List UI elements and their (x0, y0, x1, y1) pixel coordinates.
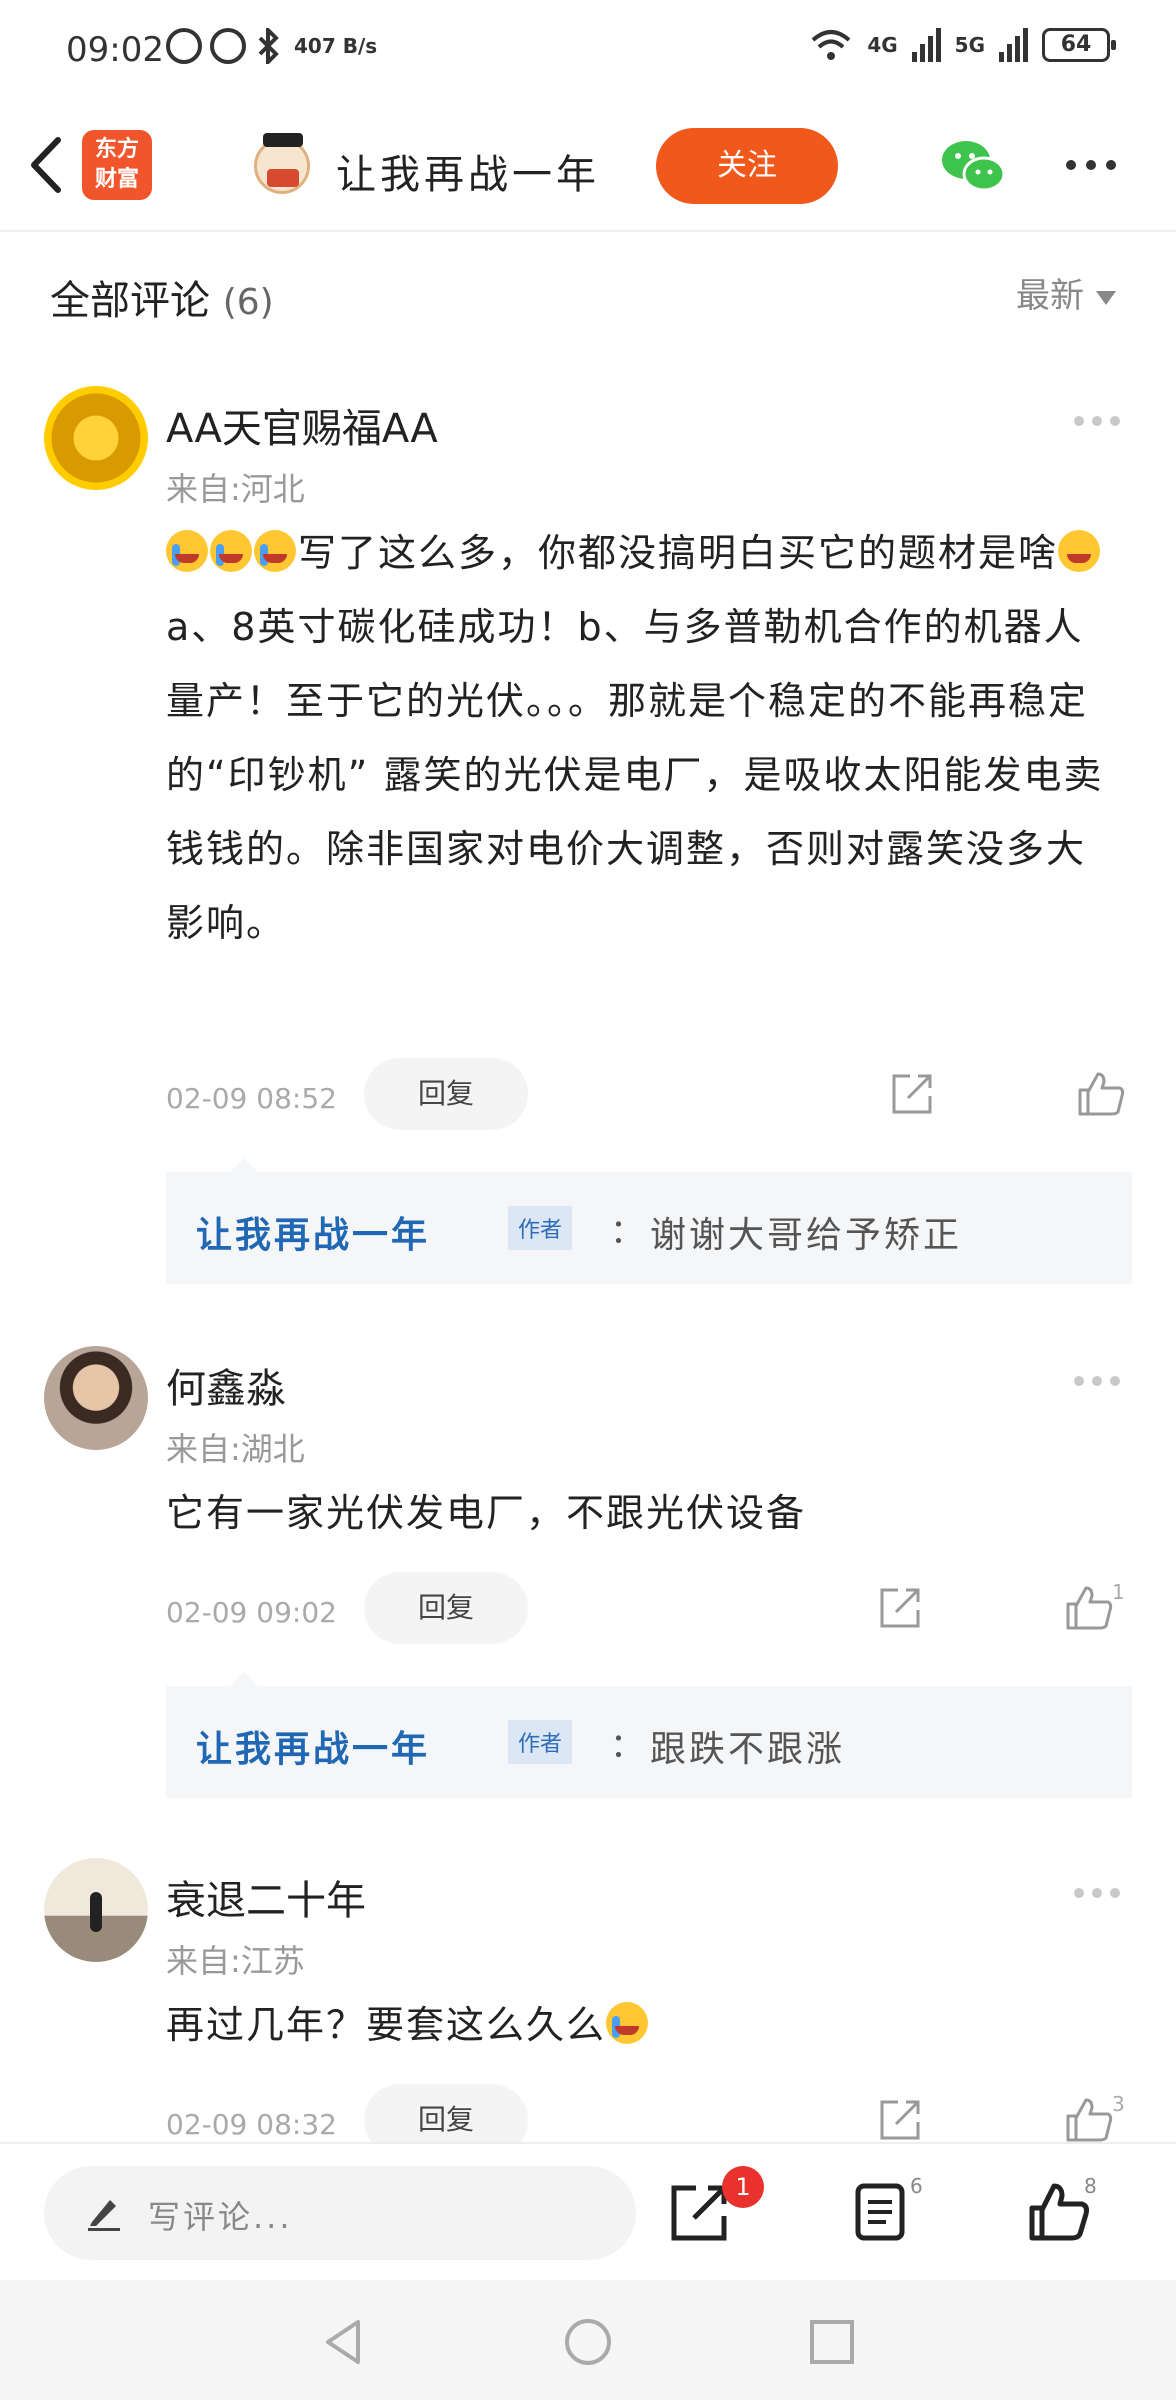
reply-text: 跟跌不跟涨 (650, 1729, 846, 1770)
comment-location: 来自:河北 (166, 470, 305, 508)
avatar[interactable] (44, 1346, 148, 1450)
comment-time: 02-09 08:32 (166, 2108, 337, 2141)
data-saver-icon (166, 28, 202, 64)
reply-author[interactable]: 让我再战一年 (196, 1206, 430, 1258)
wechat-icon[interactable] (940, 138, 1006, 194)
comment-text-main: 再过几年？要套这么久么 (166, 2003, 607, 2047)
avatar[interactable] (44, 386, 148, 490)
comment-time: 02-09 08:52 (166, 1082, 337, 1115)
comment-text: 再过几年？要套这么久么 (166, 1988, 1112, 2062)
comment-item: 何鑫淼 来自:湖北 它有一家光伏发电厂，不跟光伏设备 02-09 09:02 回… (0, 1346, 1176, 1806)
net-speed: 407 B/s (294, 34, 378, 58)
bottom-action-bar: 写评论... 1 6 8 (0, 2142, 1176, 2280)
crying-emoji-icon (606, 2002, 649, 2044)
laugh-cry-emoji-icon (210, 530, 252, 572)
network-5g: 5G (954, 33, 985, 57)
share-badge: 1 (722, 2166, 764, 2208)
wifi-icon (811, 30, 851, 60)
reply-colon: ： (610, 1212, 644, 1252)
system-nav-bar (0, 2280, 1176, 2400)
reply-button[interactable]: 回复 (364, 1058, 528, 1130)
status-time: 09:02 (66, 30, 164, 70)
chevron-down-icon (1096, 290, 1116, 305)
comment-location: 来自:湖北 (166, 1430, 305, 1468)
nav-recents-icon[interactable] (806, 2316, 858, 2368)
comments-section-title: 全部评论 (6) (50, 268, 274, 326)
comment-text-part1: 写了这么多，你都没搞明白买它的题材是啥 (298, 531, 1059, 575)
signal-5g-icon (999, 28, 1028, 62)
bluetooth-icon (258, 28, 279, 64)
author-reply[interactable]: 让我再战一年 作者 ： 谢谢大哥给予矫正 (166, 1158, 1132, 1284)
comment-author[interactable]: AA天官赐福AA (166, 396, 438, 454)
thumbs-up-icon[interactable] (1026, 2180, 1090, 2244)
status-bar: 09:02 407 B/s 4G 5G 64 (0, 0, 1176, 100)
signal-4g-icon (911, 28, 941, 62)
network-4g: 4G (867, 33, 898, 57)
thumbs-up-icon[interactable] (1064, 2096, 1114, 2142)
reply-text: 谢谢大哥给予矫正 (650, 1215, 963, 1256)
pen-icon (88, 2200, 120, 2231)
sort-label: 最新 (1016, 276, 1084, 316)
author-badge: 作者 (508, 1720, 573, 1764)
status-icons-right: 4G 5G 64 (809, 28, 1116, 62)
share-icon[interactable] (878, 2098, 922, 2142)
page-title[interactable]: 让我再战一年 (336, 142, 600, 200)
avatar[interactable] (44, 1858, 148, 1962)
nav-back-icon[interactable] (318, 2316, 370, 2368)
grin-emoji-icon (1058, 530, 1101, 572)
author-reply[interactable]: 让我再战一年 作者 ： 跟跌不跟涨 (166, 1672, 1132, 1798)
like-count: 1 (1112, 1580, 1125, 1604)
laugh-cry-emoji-icon (254, 530, 296, 572)
author-badge: 作者 (508, 1206, 573, 1250)
top-header: 东方 财富 让我再战一年 关注 (0, 100, 1176, 232)
more-dots-icon[interactable] (1066, 160, 1116, 170)
comment-input-placeholder: 写评论... (148, 2198, 293, 2236)
back-arrow-icon[interactable] (20, 130, 80, 200)
more-dots-icon[interactable] (1074, 1888, 1120, 1898)
comment-item: 衰退二十年 来自:江苏 再过几年？要套这么久么 02-09 08:32 回复 3 (0, 1858, 1176, 2142)
like-count: 3 (1112, 2092, 1125, 2116)
thumbs-up-icon[interactable] (1076, 1070, 1126, 1116)
comment-item: AA天官赐福AA 来自:河北 写了这么多，你都没搞明白买它的题材是啥 a、8英寸碳… (0, 386, 1176, 1286)
comment-list-icon[interactable] (850, 2180, 914, 2244)
share-icon[interactable] (878, 1586, 922, 1630)
share-icon[interactable] (890, 1072, 934, 1116)
logo-text-bottom: 财富 (94, 167, 139, 192)
more-dots-icon[interactable] (1074, 1376, 1120, 1386)
reply-colon: ： (610, 1726, 644, 1766)
comment-text: 写了这么多，你都没搞明白买它的题材是啥 a、8英寸碳化硅成功！b、与多普勒机合作的… (166, 516, 1112, 960)
more-dots-icon[interactable] (1074, 416, 1120, 426)
thumbs-up-icon[interactable] (1064, 1584, 1114, 1630)
app-logo[interactable]: 东方 财富 (82, 130, 152, 200)
reply-button[interactable]: 回复 (364, 2084, 528, 2142)
sort-dropdown[interactable]: 最新 (1016, 268, 1116, 317)
comment-text: 它有一家光伏发电厂，不跟光伏设备 (166, 1491, 807, 1535)
comment-author[interactable]: 何鑫淼 (166, 1356, 286, 1414)
status-icons-left: 407 B/s (166, 28, 377, 64)
nav-home-icon[interactable] (562, 2316, 614, 2368)
comment-input[interactable]: 写评论... (44, 2166, 636, 2260)
battery-indicator: 64 (1042, 28, 1116, 62)
comment-author[interactable]: 衰退二十年 (166, 1868, 366, 1926)
alarm-icon (210, 28, 246, 64)
comments-title: 全部评论 (50, 278, 210, 324)
author-avatar-icon[interactable] (254, 133, 310, 194)
reply-button[interactable]: 回复 (364, 1572, 528, 1644)
comment-location: 来自:江苏 (166, 1942, 305, 1980)
comment-text-part2: a、8英寸碳化硅成功！b、与多普勒机合作的机器人量产！至于它的光伏。。。那就是个… (166, 605, 1104, 945)
comment-time: 02-09 09:02 (166, 1596, 337, 1629)
comments-count: (6) (222, 282, 274, 323)
comments-total-count: 6 (910, 2174, 923, 2198)
reply-author[interactable]: 让我再战一年 (196, 1720, 430, 1772)
likes-total-count: 8 (1084, 2174, 1097, 2198)
logo-text-top: 东方 (94, 137, 139, 162)
laugh-cry-emoji-icon (166, 530, 208, 572)
follow-button[interactable]: 关注 (656, 128, 838, 204)
